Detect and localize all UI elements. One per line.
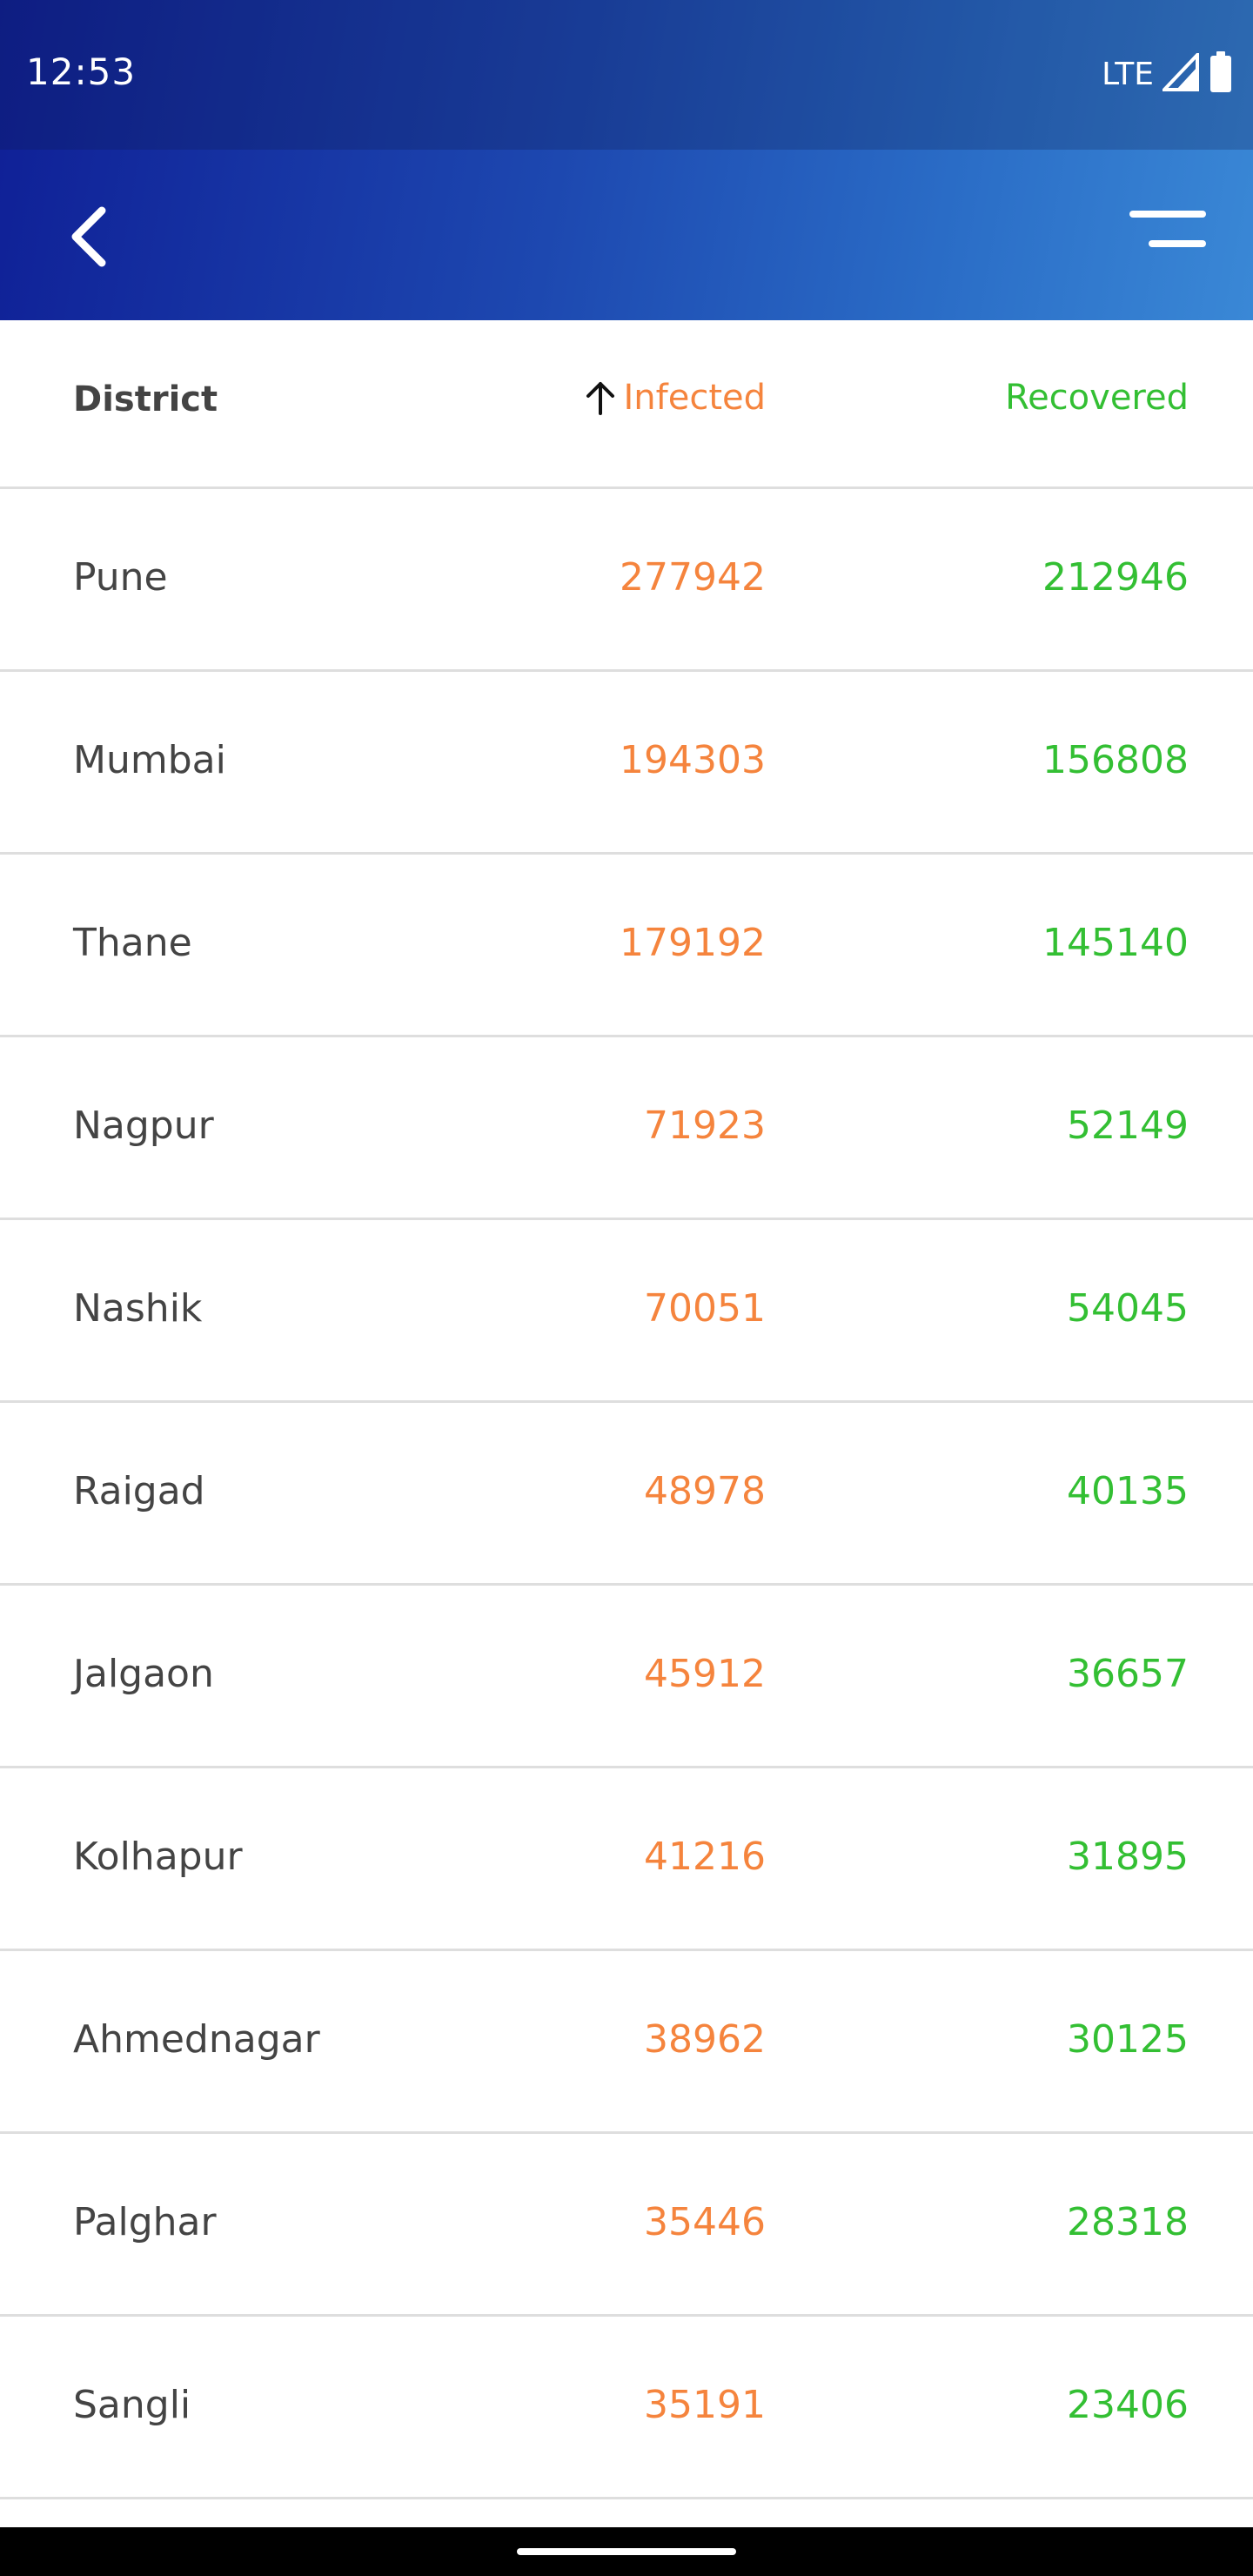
cell-recovered: 212946 (1042, 555, 1189, 600)
cell-infected: 70051 (644, 1286, 766, 1331)
table-row[interactable]: Nagpur 71923 52149 (0, 1037, 1253, 1220)
cell-district: Nashik (73, 1286, 203, 1331)
cell-recovered: 40135 (1067, 1469, 1189, 1513)
table-row[interactable]: Jalgaon 45912 36657 (0, 1586, 1253, 1768)
cell-infected: 35446 (644, 2200, 766, 2244)
cell-infected: 71923 (644, 1104, 766, 1148)
table-row[interactable]: Pune 277942 212946 (0, 489, 1253, 672)
table-row[interactable]: Palghar 35446 28318 (0, 2134, 1253, 2317)
cell-district: Ahmednagar (73, 2017, 320, 2062)
cell-district: Raigad (73, 1469, 205, 1513)
cell-infected: 35191 (644, 2383, 766, 2427)
table-row[interactable]: Raigad 48978 40135 (0, 1403, 1253, 1586)
back-button[interactable] (54, 202, 124, 272)
battery-icon (1209, 51, 1232, 97)
district-table: Pune 277942 212946 Mumbai 194303 156808 Thane 1… (0, 489, 1253, 2499)
header-recovered[interactable]: Recovered (1005, 378, 1189, 418)
cell-recovered: 36657 (1067, 1652, 1189, 1696)
table-header: District Infected Recovered (0, 320, 1253, 489)
cell-recovered: 156808 (1042, 738, 1189, 782)
cell-infected: 41216 (644, 1835, 766, 1879)
table-row[interactable]: Ahmednagar 38962 30125 (0, 1951, 1253, 2134)
home-indicator[interactable] (517, 2548, 736, 2555)
cell-infected: 38962 (644, 2017, 766, 2062)
network-type: LTE (1102, 56, 1154, 92)
cell-recovered: 28318 (1067, 2200, 1189, 2244)
status-icons: LTE (1102, 50, 1232, 97)
table-row[interactable]: Kolhapur 41216 31895 (0, 1768, 1253, 1951)
cell-recovered: 145140 (1042, 921, 1189, 965)
cell-recovered: 52149 (1067, 1104, 1189, 1148)
header-infected-label: Infected (623, 378, 766, 418)
cell-district: Jalgaon (73, 1652, 214, 1696)
signal-icon (1160, 50, 1201, 95)
cell-recovered: 31895 (1067, 1835, 1189, 1879)
cell-district: Nagpur (73, 1104, 214, 1148)
cell-district: Kolhapur (73, 1835, 243, 1879)
cell-recovered: 54045 (1067, 1286, 1189, 1331)
cell-recovered: 30125 (1067, 2017, 1189, 2062)
cell-infected: 277942 (620, 555, 766, 600)
cell-infected: 48978 (644, 1469, 766, 1513)
cell-district: Palghar (73, 2200, 217, 2244)
app-bar (0, 150, 1253, 320)
menu-icon (1129, 211, 1206, 247)
chevron-left-icon (71, 206, 106, 267)
status-bar: 12:53 LTE (0, 0, 1253, 150)
cell-infected: 179192 (620, 921, 766, 965)
arrow-up-icon (586, 382, 615, 415)
cell-district: Pune (73, 555, 168, 600)
status-time: 12:53 (26, 50, 137, 93)
table-row[interactable]: Mumbai 194303 156808 (0, 672, 1253, 855)
table-row[interactable]: Sangli 35191 23406 (0, 2317, 1253, 2499)
table-row[interactable]: Thane 179192 145140 (0, 855, 1253, 1037)
cell-infected: 45912 (644, 1652, 766, 1696)
cell-district: Sangli (73, 2383, 191, 2427)
table-row[interactable]: Nashik 70051 54045 (0, 1220, 1253, 1403)
cell-infected: 194303 (620, 738, 766, 782)
header-district[interactable]: District (73, 379, 218, 419)
cell-district: Mumbai (73, 738, 226, 782)
menu-button[interactable] (1129, 204, 1208, 265)
cell-district: Thane (73, 921, 192, 965)
navigation-bar (0, 2527, 1253, 2576)
header-infected[interactable]: Infected (583, 378, 766, 418)
cell-recovered: 23406 (1067, 2383, 1189, 2427)
